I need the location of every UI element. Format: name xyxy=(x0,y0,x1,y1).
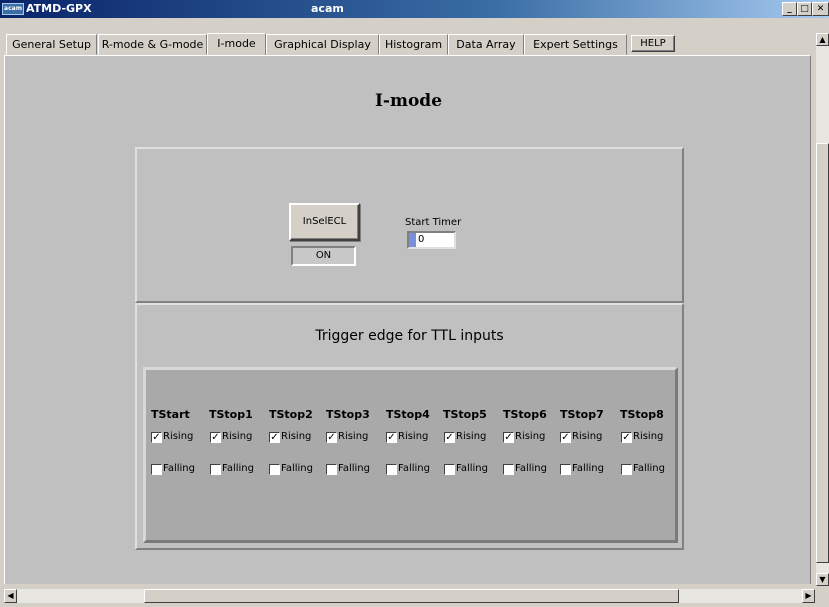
falling-label: Falling xyxy=(222,463,254,474)
falling-checkbox-tstop8[interactable] xyxy=(621,464,632,475)
input-name-tstart: TStart xyxy=(151,408,190,421)
check-icon: ✓ xyxy=(445,432,454,443)
input-name-tstop2: TStop2 xyxy=(269,408,313,421)
start-timer-label: Start Timer xyxy=(405,217,462,228)
falling-checkbox-tstop1[interactable] xyxy=(210,464,221,475)
check-icon: ✓ xyxy=(270,432,279,443)
tab-i-mode[interactable]: I-mode xyxy=(207,33,266,56)
tab-r-mode-g-mode[interactable]: R-mode & G-mode xyxy=(98,34,207,55)
rising-label: Rising xyxy=(515,431,546,442)
rising-label: Rising xyxy=(281,431,312,442)
falling-checkbox-tstop7[interactable] xyxy=(560,464,571,475)
rising-checkbox-tstop6[interactable]: ✓ xyxy=(503,432,514,443)
rising-checkbox-tstop2[interactable]: ✓ xyxy=(269,432,280,443)
rising-checkbox-tstop1[interactable]: ✓ xyxy=(210,432,221,443)
input-name-tstop5: TStop5 xyxy=(443,408,487,421)
minimize-icon: _ xyxy=(787,4,792,14)
check-icon: ✓ xyxy=(504,432,513,443)
vertical-scrollbar[interactable]: ▲ ▼ xyxy=(816,33,829,586)
start-timer-input[interactable]: 0 xyxy=(407,231,456,249)
horizontal-scrollbar[interactable]: ◀ ▶ xyxy=(4,589,815,603)
window-title: acam xyxy=(311,2,344,15)
rising-label: Rising xyxy=(338,431,369,442)
input-name-tstop4: TStop4 xyxy=(386,408,430,421)
close-icon: ✕ xyxy=(816,4,825,14)
falling-checkbox-tstop6[interactable] xyxy=(503,464,514,475)
rising-label: Rising xyxy=(222,431,253,442)
falling-label: Falling xyxy=(572,463,604,474)
check-icon: ✓ xyxy=(152,432,161,443)
arrow-right-icon: ▶ xyxy=(805,591,812,600)
tab-strip: General Setup R-mode & G-mode I-mode Gra… xyxy=(0,18,829,56)
falling-label: Falling xyxy=(633,463,665,474)
close-button[interactable]: ✕ xyxy=(812,2,829,16)
rising-checkbox-tstart[interactable]: ✓ xyxy=(151,432,162,443)
falling-label: Falling xyxy=(456,463,488,474)
input-name-tstop3: TStop3 xyxy=(326,408,370,421)
input-name-tstop1: TStop1 xyxy=(209,408,253,421)
rising-checkbox-tstop8[interactable]: ✓ xyxy=(621,432,632,443)
title-bar: acam ATMD-GPX acam _ □ ✕ xyxy=(0,0,829,18)
rising-label: Rising xyxy=(633,431,664,442)
scroll-left-button[interactable]: ◀ xyxy=(4,589,17,603)
arrow-left-icon: ◀ xyxy=(7,591,14,600)
horizontal-scroll-thumb[interactable] xyxy=(144,589,679,603)
rising-label: Rising xyxy=(398,431,429,442)
trigger-edge-panel: Trigger edge for TTL inputs TStart ✓ Ris… xyxy=(135,303,684,550)
falling-checkbox-tstop2[interactable] xyxy=(269,464,280,475)
ttl-inputs-panel: TStart ✓ Rising Falling TStop1 ✓ Rising … xyxy=(143,367,678,543)
falling-label: Falling xyxy=(338,463,370,474)
check-icon: ✓ xyxy=(327,432,336,443)
scroll-up-button[interactable]: ▲ xyxy=(816,33,829,46)
tab-general-setup[interactable]: General Setup xyxy=(6,34,97,55)
check-icon: ✓ xyxy=(211,432,220,443)
tab-graphical-display[interactable]: Graphical Display xyxy=(266,34,379,55)
rising-checkbox-tstop5[interactable]: ✓ xyxy=(444,432,455,443)
maximize-icon: □ xyxy=(800,4,809,14)
insel-ecl-button[interactable]: InSelECL xyxy=(289,203,360,241)
input-name-tstop8: TStop8 xyxy=(620,408,664,421)
scroll-down-button[interactable]: ▼ xyxy=(816,573,829,586)
scroll-right-button[interactable]: ▶ xyxy=(802,589,815,603)
falling-label: Falling xyxy=(163,463,195,474)
check-icon: ✓ xyxy=(387,432,396,443)
maximize-button[interactable]: □ xyxy=(797,2,812,16)
input-name-tstop6: TStop6 xyxy=(503,408,547,421)
rising-label: Rising xyxy=(456,431,487,442)
vertical-scroll-thumb[interactable] xyxy=(816,143,829,563)
settings-panel: InSelECL ON Start Timer 0 xyxy=(135,147,684,303)
input-name-tstop7: TStop7 xyxy=(560,408,604,421)
arrow-down-icon: ▼ xyxy=(819,575,826,584)
app-title: ATMD-GPX xyxy=(26,2,92,15)
start-timer-value: 0 xyxy=(418,234,425,245)
tab-histogram[interactable]: Histogram xyxy=(379,34,448,55)
minimize-button[interactable]: _ xyxy=(782,2,797,16)
app-icon: acam xyxy=(2,3,24,15)
help-button[interactable]: HELP xyxy=(631,35,675,52)
tab-data-array[interactable]: Data Array xyxy=(448,34,524,55)
falling-checkbox-tstop4[interactable] xyxy=(386,464,397,475)
increment-decrement-icon[interactable] xyxy=(409,233,416,247)
insel-state-indicator: ON xyxy=(291,246,356,266)
falling-checkbox-tstart[interactable] xyxy=(151,464,162,475)
rising-checkbox-tstop3[interactable]: ✓ xyxy=(326,432,337,443)
check-icon: ✓ xyxy=(622,432,631,443)
arrow-up-icon: ▲ xyxy=(819,35,826,44)
trigger-edge-title: Trigger edge for TTL inputs xyxy=(315,328,504,344)
falling-checkbox-tstop5[interactable] xyxy=(444,464,455,475)
rising-label: Rising xyxy=(163,431,194,442)
falling-label: Falling xyxy=(281,463,313,474)
rising-checkbox-tstop7[interactable]: ✓ xyxy=(560,432,571,443)
page-title: I-mode xyxy=(374,91,443,111)
falling-checkbox-tstop3[interactable] xyxy=(326,464,337,475)
rising-checkbox-tstop4[interactable]: ✓ xyxy=(386,432,397,443)
content-area: I-mode InSelECL ON Start Timer 0 Trigger… xyxy=(4,55,811,584)
falling-label: Falling xyxy=(398,463,430,474)
tab-expert-settings[interactable]: Expert Settings xyxy=(524,34,627,55)
rising-label: Rising xyxy=(572,431,603,442)
falling-label: Falling xyxy=(515,463,547,474)
check-icon: ✓ xyxy=(561,432,570,443)
